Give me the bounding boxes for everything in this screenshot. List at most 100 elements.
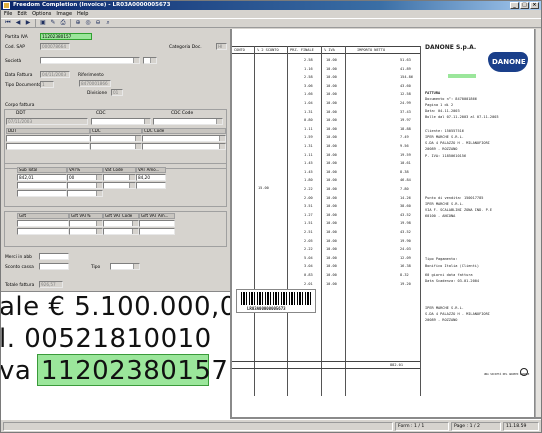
- cod-sap-field[interactable]: 000078664: [40, 43, 70, 50]
- prz-finale-cell: 1.31: [304, 144, 313, 148]
- importo-cell: 24.99: [400, 101, 411, 105]
- cdc-code-dropdown[interactable]: [153, 118, 223, 125]
- first-page-icon[interactable]: ⏮: [4, 19, 12, 27]
- cliente-name: IPER MARCHE S.R.L.: [425, 135, 464, 139]
- partita-iva-field[interactable]: 11202380157: [40, 33, 92, 40]
- ddt-row-1[interactable]: [6, 135, 90, 142]
- gift-vat-dropdown[interactable]: [69, 220, 103, 227]
- header-sconto: % 2 SCONTO: [257, 48, 279, 52]
- zoom-out-icon[interactable]: ⊖: [94, 19, 102, 27]
- toolbar: ⏮ ◀ ▶ ▣ ✎ ⎙ ⊕ ◎ ⊖ ⌕: [1, 18, 541, 28]
- importo-cell: 46.84: [400, 178, 411, 183]
- vat-row-3[interactable]: [67, 190, 103, 197]
- gift-vat-header: Gift VAT%: [69, 213, 103, 219]
- cdc-code-row-2[interactable]: [142, 143, 226, 150]
- vat-code-dropdown[interactable]: [103, 174, 136, 181]
- gift-vat-amount-row-2[interactable]: [139, 228, 175, 235]
- header-iva: % IVA: [324, 48, 335, 52]
- menu-edit[interactable]: Edit: [17, 10, 27, 18]
- prz-finale-cell: 1.11: [304, 126, 313, 131]
- sub-total-row-3[interactable]: [17, 190, 67, 197]
- categoria-doc-field[interactable]: HI: [216, 43, 227, 50]
- vat-dropdown[interactable]: 00: [67, 174, 103, 181]
- vat-header: VAT%: [67, 167, 103, 173]
- cdc-row-1[interactable]: [90, 135, 142, 142]
- tipo-dropdown[interactable]: [110, 263, 140, 270]
- cdc-row-2[interactable]: [90, 143, 142, 150]
- importo-cell: 24.03: [400, 247, 411, 252]
- prz-finale-cell: 3.04: [304, 264, 313, 269]
- prz-finale-cell: 1.51: [304, 221, 313, 226]
- gift-vat-code-dropdown[interactable]: [103, 220, 139, 227]
- edit-icon[interactable]: ✎: [49, 19, 57, 27]
- close-icon[interactable]: ×: [530, 2, 539, 9]
- next-page-icon[interactable]: ▶: [24, 19, 32, 27]
- footer-name: IPER MARCHE S.R.L.: [425, 306, 464, 310]
- status-page: Page : 1 / 2: [451, 422, 501, 431]
- ddt-row-2[interactable]: [6, 143, 90, 150]
- iva-cell: 10.00: [326, 273, 337, 277]
- societa-code-dropdown[interactable]: [143, 57, 157, 64]
- danone-logo: DANONE: [488, 52, 528, 72]
- status-time: 11.18.59: [503, 422, 539, 431]
- search-icon[interactable]: ⌕: [104, 19, 112, 27]
- cliente-piva: P. IVA: 11850610156: [425, 154, 467, 158]
- merci-field[interactable]: [39, 253, 69, 260]
- gift-field[interactable]: [17, 220, 69, 227]
- prz-finale-cell: 2.58: [304, 75, 313, 80]
- save-icon[interactable]: ▣: [39, 19, 47, 27]
- gift-vat-row-2[interactable]: [69, 228, 103, 235]
- iva-cell: 10.00: [326, 161, 337, 166]
- prev-page-icon[interactable]: ◀: [14, 19, 22, 27]
- vat-amount-field[interactable]: 84,20: [136, 174, 166, 181]
- tipo-documento-field[interactable]: 1: [40, 81, 54, 88]
- iva-cell: 10.00: [326, 58, 337, 62]
- vat-code-row-2[interactable]: [103, 182, 136, 189]
- menu-help[interactable]: Help: [77, 10, 88, 18]
- menu-file[interactable]: File: [4, 10, 12, 18]
- zoom-in-icon[interactable]: ⊕: [74, 19, 82, 27]
- sconto-cassa-label: Sconto cassa: [5, 265, 34, 270]
- gift-row-2[interactable]: [17, 228, 69, 235]
- zoom-line-piva: 11202380157: [41, 356, 229, 386]
- vertical-scrollbar[interactable]: [535, 29, 541, 417]
- ddt-field[interactable]: 07/11/2003: [6, 118, 88, 125]
- zoom-line-capital: ale € 5.100.000,00: [1, 292, 230, 322]
- maximize-icon[interactable]: □: [520, 2, 529, 9]
- vat-code-header: Vat Code: [103, 167, 136, 173]
- menu-image[interactable]: Image: [56, 10, 72, 18]
- tipo-documento-label: Tipo Documento: [5, 83, 42, 88]
- iva-cell: 10.00: [326, 187, 337, 191]
- riferimento-field[interactable]: 8470001866: [79, 80, 111, 87]
- zoom-fit-icon[interactable]: ◎: [84, 19, 92, 27]
- cdc-dropdown[interactable]: [91, 118, 151, 125]
- iva-cell: 10.00: [326, 178, 337, 183]
- corpo-fattura-label: Corpo fattura: [5, 103, 35, 108]
- gift-vat-amount-field[interactable]: [139, 220, 175, 227]
- prz-finale-cell: 1.27: [304, 212, 313, 217]
- divisione-field[interactable]: 01: [111, 89, 123, 96]
- data-fattura-field[interactable]: 04/11/2003: [40, 71, 70, 78]
- gift-vat-code-row-2[interactable]: [103, 228, 139, 235]
- societa-dropdown[interactable]: [40, 57, 140, 64]
- sub-total-row-2[interactable]: [17, 182, 67, 189]
- scadenza-line: Data Scadenza: 03-01-2004: [425, 279, 480, 283]
- merci-label: Merci in abb: [5, 255, 32, 260]
- document-viewer[interactable]: CONTO % 2 SCONTO PRZ. FINALE % IVA IMPOR…: [230, 29, 541, 419]
- application-window: Freedom Completion (Invoice) - LR03A0000…: [0, 0, 542, 433]
- sub-total-field[interactable]: 842,01: [17, 174, 67, 181]
- tipo-pagamento: Tipo Pagamento:: [425, 257, 458, 261]
- minimize-icon[interactable]: _: [510, 2, 519, 9]
- menu-options[interactable]: Options: [32, 10, 51, 18]
- prz-finale-cell: 3.06: [304, 83, 313, 88]
- prz-finale-cell: 2.01: [304, 281, 313, 286]
- vat-row-2[interactable]: [67, 182, 103, 189]
- cdc-code-row-1[interactable]: [142, 135, 226, 142]
- cliente-address-1: S.DA 4 PALAZZO H - MILANOFIORI: [425, 141, 490, 145]
- status-bar: Form : 1 / 1 Page : 1 / 2 11.18.59: [1, 419, 541, 432]
- app-icon: [3, 2, 10, 9]
- print-icon[interactable]: ⎙: [59, 19, 67, 27]
- vat-amount-row-2[interactable]: [136, 182, 166, 189]
- sconto-cassa-field[interactable]: [39, 263, 69, 270]
- totale-fattura-field[interactable]: 926,57: [39, 281, 63, 288]
